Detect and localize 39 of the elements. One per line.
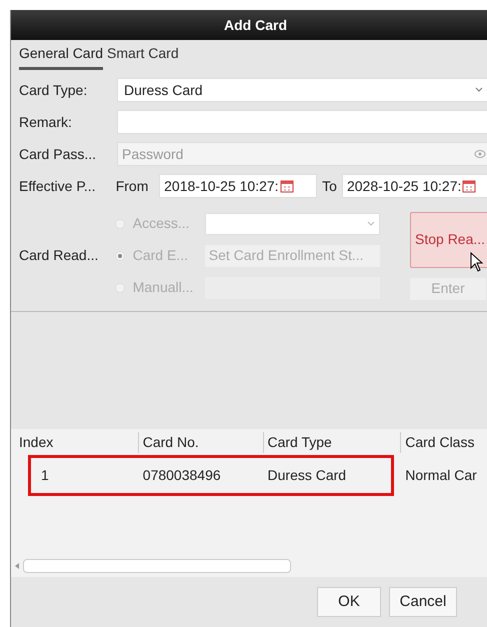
option-label: Manuall... bbox=[132, 278, 194, 297]
table-cell-text: 1 bbox=[40, 466, 50, 484]
tab[interactable]: Smart Card bbox=[107, 43, 179, 70]
table-cell-text: Normal Car bbox=[404, 466, 478, 484]
card-type-dropdown[interactable]: Duress Card bbox=[117, 78, 487, 102]
to-label: To bbox=[321, 176, 338, 196]
calendar-icon[interactable] bbox=[462, 179, 476, 193]
chevron-icon bbox=[475, 87, 483, 93]
calendar-icon[interactable] bbox=[280, 179, 294, 193]
date-field[interactable]: 2028-10-25 10:27: bbox=[342, 174, 487, 198]
cursor-icon bbox=[470, 252, 484, 272]
stop-reading-button[interactable]: Stop Rea... bbox=[410, 212, 487, 268]
from-label: From bbox=[116, 176, 150, 196]
table-cell-text: 0780038496 bbox=[142, 466, 222, 484]
column-header: Index bbox=[18, 432, 54, 452]
remark-field[interactable] bbox=[117, 110, 487, 134]
field-label: Remark: bbox=[19, 112, 73, 132]
column-header: Card No. bbox=[138, 432, 262, 452]
window-title: Add Card bbox=[224, 16, 287, 34]
field-label: Card Type: bbox=[19, 80, 88, 100]
option-label: Access... bbox=[132, 214, 191, 233]
left-arrow-icon[interactable] bbox=[15, 563, 19, 569]
table-cell-text: Duress Card bbox=[266, 466, 348, 484]
dialog-button[interactable]: Cancel bbox=[389, 587, 457, 617]
dialog-button[interactable]: OK bbox=[317, 587, 381, 617]
scrollbar-thumb[interactable] bbox=[23, 559, 291, 573]
column-header: Card Type bbox=[262, 432, 400, 452]
option-label: Card E... bbox=[132, 246, 189, 265]
field-label: Effective P... bbox=[19, 176, 97, 196]
field-label: Card Pass... bbox=[19, 144, 98, 164]
reader-dropdown[interactable] bbox=[204, 212, 380, 234]
date-field[interactable]: 2018-10-25 10:27: bbox=[159, 174, 318, 198]
password-field[interactable]: Password bbox=[117, 142, 487, 166]
chevron-icon bbox=[366, 220, 375, 226]
eye-icon[interactable] bbox=[474, 149, 486, 159]
field-label: Card Read... bbox=[19, 246, 100, 265]
radio-button[interactable] bbox=[114, 250, 125, 260]
tab[interactable]: General Card bbox=[19, 43, 104, 70]
column-header: Card Class bbox=[400, 432, 487, 452]
